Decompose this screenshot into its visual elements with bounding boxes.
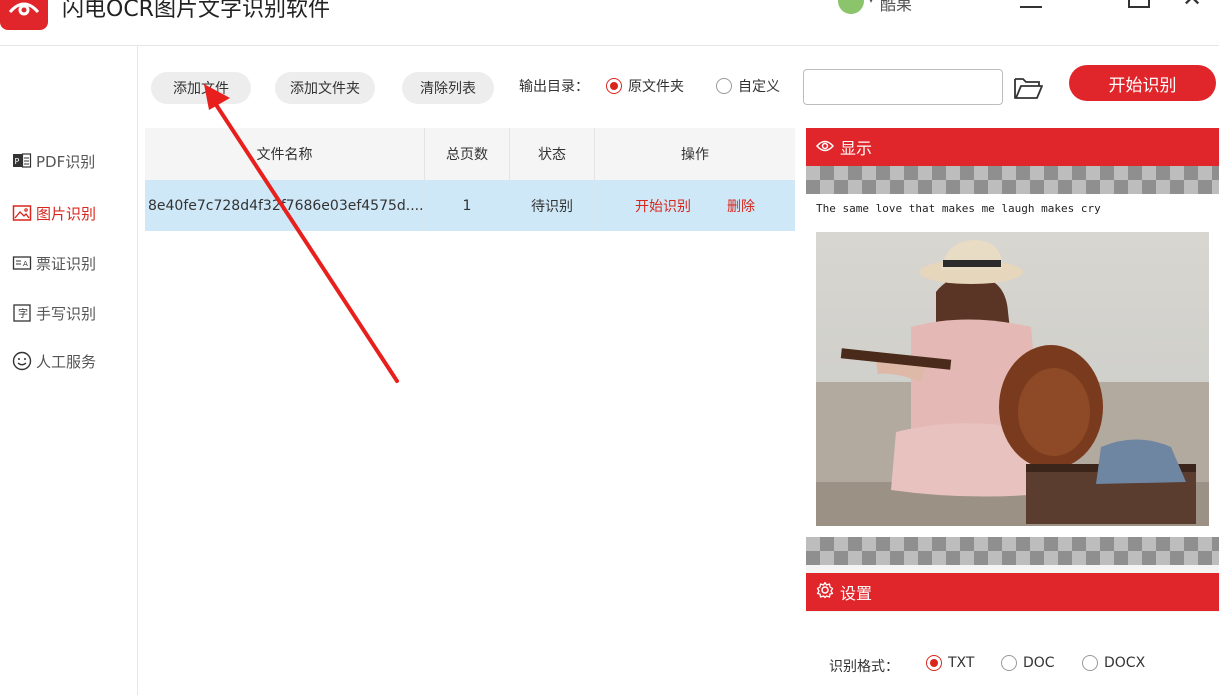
checker-strip-bottom	[806, 537, 1219, 565]
preview-header: 显示	[806, 128, 1219, 166]
pdf-icon: P	[12, 151, 32, 171]
app-logo-icon	[0, 0, 48, 30]
svg-text:P: P	[15, 157, 20, 166]
smiley-icon	[12, 351, 32, 371]
sidebar-item-label: 票证识别	[36, 254, 97, 273]
image-preview: The same love that makes me laugh makes …	[806, 194, 1219, 537]
column-header-name: 文件名称	[145, 128, 425, 180]
id-card-icon: A	[12, 253, 32, 273]
preview-header-label: 显示	[840, 139, 873, 158]
maximize-button[interactable]	[1128, 0, 1150, 8]
clear-list-button[interactable]: 清除列表	[402, 72, 494, 104]
app-title: 闪电OCR图片文字识别软件	[62, 0, 330, 22]
column-header-pages: 总页数	[425, 128, 510, 180]
settings-header: 设置	[806, 573, 1219, 611]
format-txt-radio[interactable]: TXT	[926, 655, 974, 671]
column-header-actions: 操作	[681, 147, 709, 163]
user-name[interactable]: 酷果	[880, 0, 912, 15]
minimize-button[interactable]	[1020, 0, 1042, 8]
sidebar-item-image[interactable]: 图片识别	[12, 200, 96, 226]
user-avatar[interactable]	[838, 0, 864, 14]
start-recognition-button[interactable]: 开始识别	[1069, 65, 1216, 101]
sidebar-item-label: 人工服务	[36, 352, 97, 371]
format-docx-radio[interactable]: DOCX	[1082, 655, 1145, 671]
output-original-radio[interactable]: 原文件夹	[606, 76, 684, 96]
file-name-cell: 8e40fe7c728d4f32f7686e03ef4575d....	[145, 180, 425, 231]
radio-dot	[1082, 655, 1098, 671]
format-doc-radio[interactable]: DOC	[1001, 655, 1055, 671]
preview-caption: The same love that makes me laugh makes …	[816, 202, 1101, 215]
sidebar-item-label: PDF识别	[36, 152, 96, 171]
format-label: 识别格式：	[829, 659, 899, 675]
folder-open-icon[interactable]	[1012, 72, 1044, 102]
radio-dot	[1001, 655, 1017, 671]
radio-label: 原文件夹	[628, 79, 684, 95]
radio-dot	[926, 655, 942, 671]
radio-dot	[716, 78, 732, 94]
radio-label: DOC	[1023, 655, 1055, 671]
output-dir-label: 输出目录：	[519, 79, 589, 95]
preview-photo	[816, 232, 1209, 526]
radio-label: DOCX	[1104, 655, 1146, 671]
column-header-status: 状态	[510, 128, 595, 180]
row-start-link[interactable]: 开始识别	[635, 196, 691, 216]
page-count-cell: 1	[425, 180, 510, 231]
table-header: 文件名称 总页数 状态 操作	[145, 128, 795, 180]
actions-cell: 开始识别 删除	[595, 180, 795, 231]
radio-dot	[606, 78, 622, 94]
sidebar-item-pdf[interactable]: P PDF识别	[12, 148, 95, 174]
gear-icon	[816, 581, 840, 603]
settings-header-label: 设置	[840, 584, 873, 603]
radio-label: 自定义	[738, 79, 780, 95]
close-button[interactable]: ✕	[1182, 0, 1202, 10]
svg-text:A: A	[23, 260, 28, 268]
right-panel: 显示 The same love that makes me laugh mak…	[806, 128, 1219, 695]
row-delete-link[interactable]: 删除	[727, 196, 755, 216]
table-row[interactable]: 8e40fe7c728d4f32f7686e03ef4575d.... 1 待识…	[145, 180, 795, 231]
status-cell: 待识别	[510, 180, 595, 231]
sidebar-item-label: 手写识别	[36, 304, 97, 323]
file-table: 文件名称 总页数 状态 操作 8e40fe7c728d4f32f7686e03e…	[145, 128, 795, 695]
svg-text:字: 字	[18, 307, 28, 320]
output-path-input[interactable]	[803, 69, 1003, 105]
sidebar-item-handwriting[interactable]: 字 手写识别	[12, 300, 96, 326]
eye-icon	[815, 138, 840, 157]
chevron-down-icon[interactable]: ▾	[868, 0, 874, 6]
sidebar-item-ticket[interactable]: A 票证识别	[12, 250, 96, 276]
checker-strip-top	[806, 166, 1219, 194]
radio-label: TXT	[948, 655, 975, 671]
sidebar-item-service[interactable]: 人工服务	[12, 348, 96, 374]
sidebar: P PDF识别 图片识别 A 票证识别 字 手写识别 人工服务	[0, 46, 138, 695]
image-icon	[12, 203, 32, 223]
title-bar: 闪电OCR图片文字识别软件 ▾ 酷果 ✕	[0, 0, 1219, 46]
sidebar-item-label: 图片识别	[36, 204, 97, 223]
settings-body: 识别格式： TXT DOC DOCX	[806, 612, 1219, 695]
output-custom-radio[interactable]: 自定义	[716, 76, 780, 96]
add-file-button[interactable]: 添加文件	[151, 72, 251, 104]
add-folder-button[interactable]: 添加文件夹	[275, 72, 375, 104]
handwriting-icon: 字	[12, 303, 32, 323]
